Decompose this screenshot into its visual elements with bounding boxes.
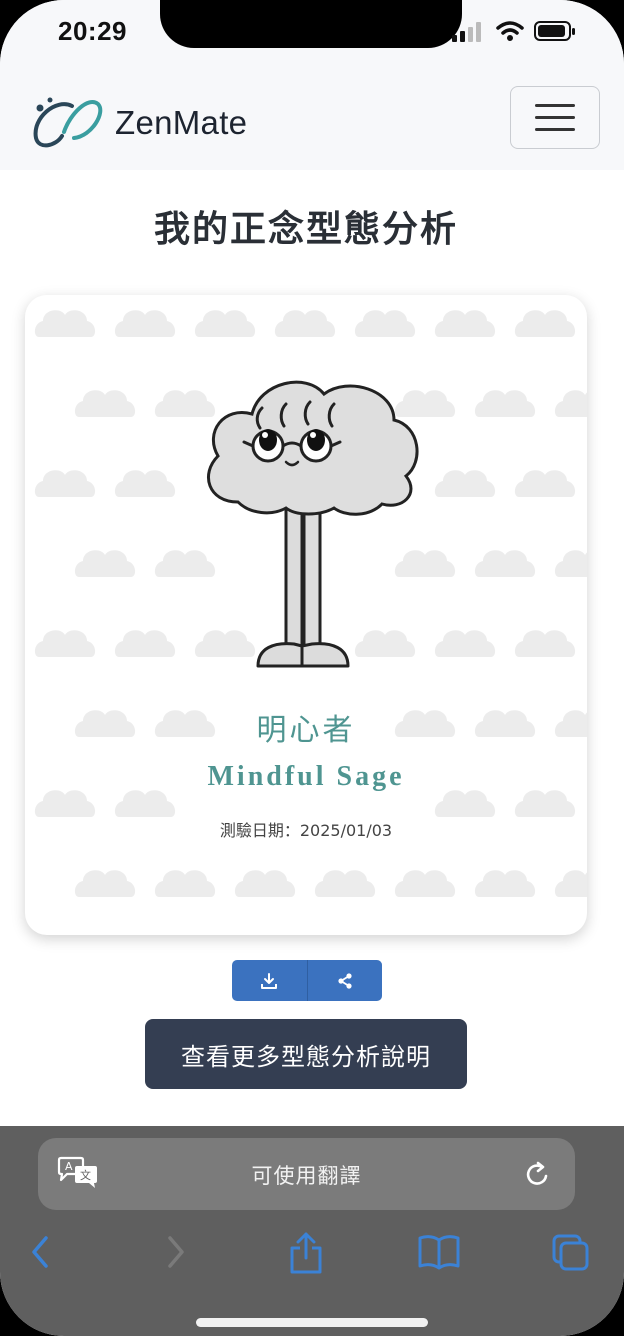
status-time: 20:29 (58, 16, 127, 46)
share-icon (338, 972, 352, 989)
hamburger-menu-button[interactable] (510, 86, 600, 149)
download-icon (261, 972, 278, 989)
bookmarks-icon[interactable] (418, 1232, 460, 1272)
cellular-signal-icon (452, 22, 481, 42)
share-icon[interactable] (288, 1232, 324, 1274)
address-bar-text: 可使用翻譯 (251, 1164, 362, 1188)
battery-icon (534, 21, 575, 41)
forward-icon[interactable] (160, 1232, 190, 1272)
home-indicator[interactable] (196, 1318, 428, 1327)
back-icon[interactable] (26, 1232, 56, 1272)
result-card: 明心者 Mindful Sage 測驗日期：2025/01/03 (25, 295, 587, 935)
reload-icon[interactable] (522, 1158, 554, 1190)
hamburger-menu-icon (535, 104, 575, 107)
test-date: 測驗日期：2025/01/03 (219, 821, 393, 840)
brand-name[interactable]: ZenMate (115, 104, 247, 142)
page-title: 我的正念型態分析 (153, 209, 458, 250)
wifi-icon (496, 21, 524, 41)
share-button[interactable] (306, 960, 383, 1001)
notch (160, 0, 462, 48)
address-bar[interactable]: A 文 可使用翻譯 (38, 1138, 575, 1210)
tabs-icon[interactable] (550, 1232, 590, 1272)
card-action-button-group (232, 960, 382, 1001)
mindful-sage-mascot-illustration (207, 380, 419, 668)
zenmate-logo-icon[interactable] (26, 92, 106, 154)
view-more-analysis-button[interactable]: 查看更多型態分析說明 (145, 1019, 467, 1089)
personality-type-name-en: Mindful Sage (207, 761, 405, 792)
personality-type-name-cn: 明心者 (256, 713, 356, 748)
download-button[interactable] (232, 960, 307, 1001)
phone-screen: 20:29 ZenMate 我的正念型態分析 明心者 Mindful Sage … (0, 0, 624, 1336)
